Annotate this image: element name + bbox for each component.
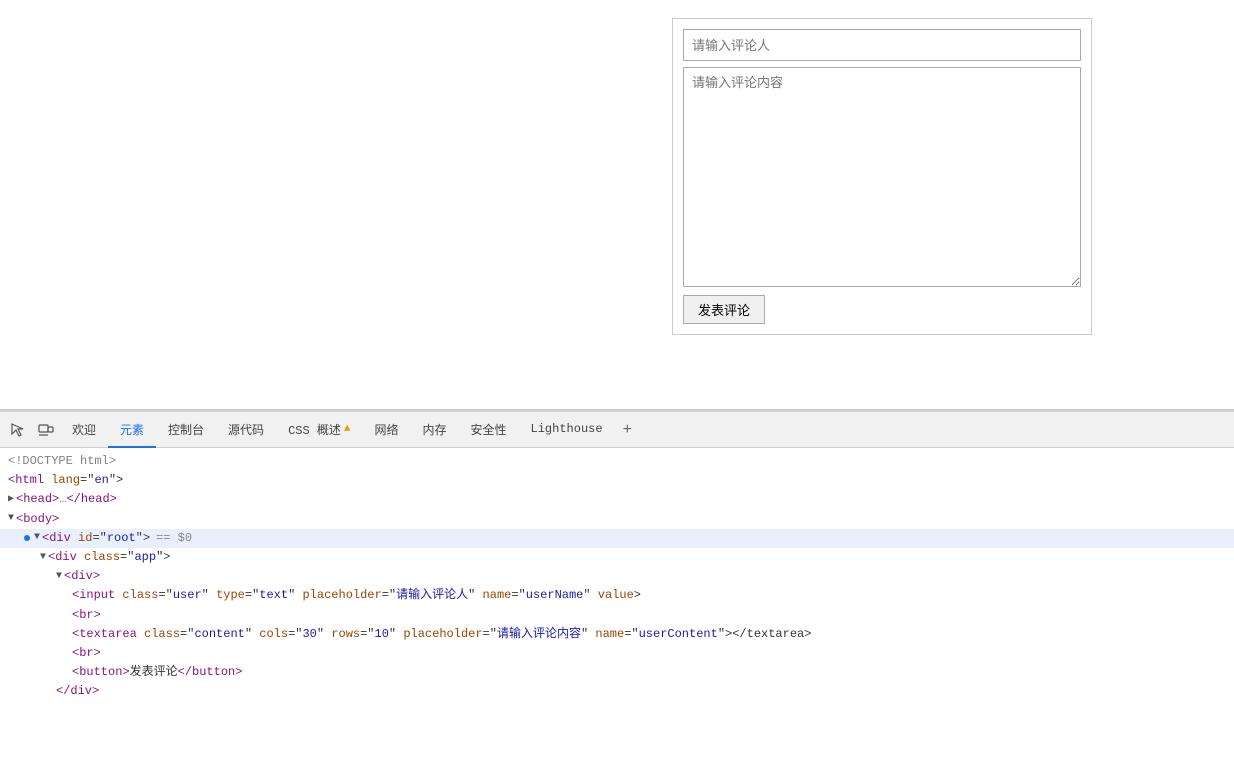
tab-security[interactable]: 安全性 [459,412,519,448]
code-line-closing: </div> [0,682,1234,701]
author-input[interactable] [683,29,1081,61]
expand-body-icon[interactable]: ▼ [8,511,14,527]
code-line-button[interactable]: <button>发表评论</button> [0,663,1234,682]
code-line-br1: <br> [0,606,1234,625]
tab-sources[interactable]: 源代码 [216,412,276,448]
expand-inner-icon[interactable]: ▼ [56,569,62,585]
code-line-doctype: <!DOCTYPE html> [0,452,1234,471]
devtools-toolbar: 欢迎 元素 控制台 源代码 CSS 概述 ▲ 网络 内存 安全性 Lightho… [0,412,1234,448]
code-line-input[interactable]: <input class="user" type="text" placehol… [0,586,1234,605]
device-toggle-icon[interactable] [32,416,60,444]
css-warning-icon: ▲ [344,423,351,435]
code-line-textarea[interactable]: <textarea class="content" cols="30" rows… [0,625,1234,644]
browser-page: 发表评论 [0,0,1234,410]
tab-css[interactable]: CSS 概述 ▲ [276,412,362,448]
code-line-html: <html lang="en"> [0,471,1234,490]
tab-memory[interactable]: 内存 [411,412,459,448]
code-line-app-div[interactable]: ▼ <div class="app"> [0,548,1234,567]
expand-app-icon[interactable]: ▼ [40,550,46,566]
selected-element-dot [24,535,30,541]
content-textarea[interactable] [683,67,1081,287]
expand-head-icon[interactable]: ▶ [8,492,14,508]
tab-welcome[interactable]: 欢迎 [60,412,108,448]
submit-button[interactable]: 发表评论 [683,295,765,324]
code-line-body[interactable]: ▼ <body> [0,510,1234,529]
add-tab-button[interactable]: + [615,412,641,448]
expand-root-icon[interactable]: ▼ [34,530,40,546]
code-line-br2: <br> [0,644,1234,663]
comment-form: 发表评论 [672,18,1092,335]
tab-lighthouse[interactable]: Lighthouse [519,412,615,448]
code-line-root-div[interactable]: ▼ <div id="root"> == $0 [0,529,1234,548]
inspect-element-icon[interactable] [4,416,32,444]
tab-network[interactable]: 网络 [362,412,410,448]
elements-panel-content[interactable]: <!DOCTYPE html> <html lang="en"> ▶ <head… [0,448,1234,761]
tab-console[interactable]: 控制台 [156,412,216,448]
code-line-head[interactable]: ▶ <head>…</head> [0,490,1234,509]
tab-elements[interactable]: 元素 [108,412,156,448]
code-line-inner-div[interactable]: ▼ <div> [0,567,1234,586]
devtools-panel: 欢迎 元素 控制台 源代码 CSS 概述 ▲ 网络 内存 安全性 Lightho… [0,410,1234,761]
